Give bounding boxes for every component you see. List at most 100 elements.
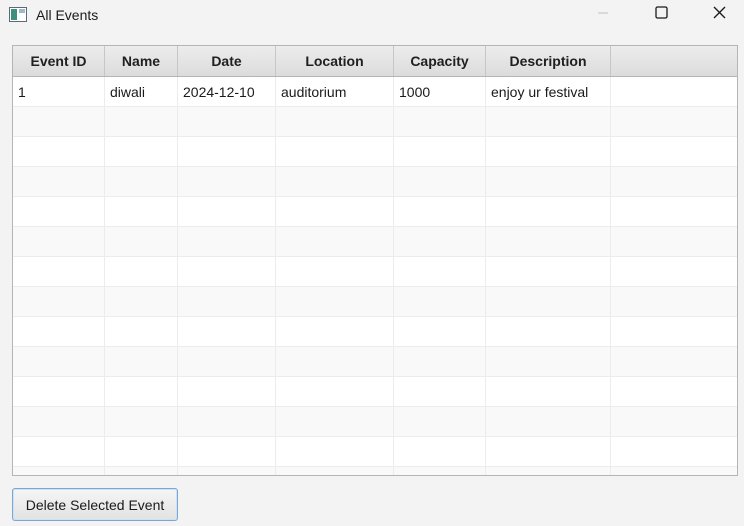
column-header-name[interactable]: Name — [105, 46, 178, 76]
table-cell — [13, 287, 105, 316]
table-cell — [276, 107, 394, 136]
table-cell — [178, 407, 276, 436]
minimize-button[interactable] — [580, 0, 626, 30]
table-row[interactable] — [13, 227, 737, 257]
table-cell — [105, 377, 178, 406]
table-cell — [611, 437, 737, 466]
table-cell — [486, 227, 611, 256]
table-cell — [611, 107, 737, 136]
table-cell: 2024-12-10 — [178, 77, 276, 106]
column-header-event-id[interactable]: Event ID — [13, 46, 105, 76]
table-cell — [611, 77, 737, 106]
table-cell — [105, 317, 178, 346]
table-cell — [13, 107, 105, 136]
table-cell — [13, 467, 105, 475]
table-cell — [276, 437, 394, 466]
table-row[interactable] — [13, 257, 737, 287]
table-row[interactable] — [13, 407, 737, 437]
table-cell — [611, 347, 737, 376]
table-cell — [13, 227, 105, 256]
table-row[interactable] — [13, 317, 737, 347]
column-header-capacity[interactable]: Capacity — [394, 46, 486, 76]
table-cell — [611, 317, 737, 346]
column-header-filler — [611, 46, 737, 76]
delete-selected-event-button[interactable]: Delete Selected Event — [12, 488, 178, 521]
table-cell — [276, 227, 394, 256]
table-cell: 1000 — [394, 77, 486, 106]
table-row[interactable] — [13, 287, 737, 317]
table-cell — [276, 467, 394, 475]
column-header-location[interactable]: Location — [276, 46, 394, 76]
table-row[interactable] — [13, 167, 737, 197]
table-cell — [178, 167, 276, 196]
maximize-button[interactable] — [638, 0, 684, 30]
table-cell — [486, 347, 611, 376]
table-cell — [276, 347, 394, 376]
table-cell — [178, 287, 276, 316]
table-cell — [13, 437, 105, 466]
close-button[interactable] — [696, 0, 742, 30]
table-cell — [178, 137, 276, 166]
table-cell — [13, 317, 105, 346]
table-body: 1 diwali 2024-12-10 auditorium 1000 enjoy ur … — [13, 77, 737, 475]
table-cell — [394, 167, 486, 196]
table-row[interactable] — [13, 197, 737, 227]
table-cell — [394, 317, 486, 346]
table-cell — [13, 167, 105, 196]
table-cell — [276, 167, 394, 196]
table-row[interactable] — [13, 437, 737, 467]
table-cell — [178, 197, 276, 226]
table-cell — [105, 467, 178, 475]
table-cell — [394, 257, 486, 286]
table-cell — [486, 317, 611, 346]
table-row[interactable] — [13, 107, 737, 137]
table-cell — [13, 257, 105, 286]
table-cell — [611, 287, 737, 316]
table-cell — [611, 227, 737, 256]
table-cell — [611, 137, 737, 166]
events-window: All Events Event ID Name Date Location C… — [0, 0, 744, 526]
table-cell — [276, 197, 394, 226]
table-cell — [486, 137, 611, 166]
events-table[interactable]: Event ID Name Date Location Capacity Des… — [12, 45, 738, 476]
table-cell — [394, 137, 486, 166]
table-cell — [13, 137, 105, 166]
table-cell — [276, 257, 394, 286]
table-cell — [13, 377, 105, 406]
table-cell — [105, 287, 178, 316]
column-header-date[interactable]: Date — [178, 46, 276, 76]
table-cell — [611, 377, 737, 406]
table-cell — [611, 197, 737, 226]
table-cell — [276, 137, 394, 166]
table-row[interactable] — [13, 377, 737, 407]
table-cell — [178, 377, 276, 406]
table-cell — [178, 317, 276, 346]
table-cell — [105, 137, 178, 166]
table-cell — [178, 107, 276, 136]
table-row[interactable] — [13, 137, 737, 167]
table-cell — [611, 257, 737, 286]
table-row[interactable] — [13, 467, 737, 475]
table-cell — [394, 287, 486, 316]
table-cell: 1 — [13, 77, 105, 106]
table-cell — [105, 257, 178, 286]
table-cell — [394, 467, 486, 475]
table-row[interactable] — [13, 347, 737, 377]
title-bar[interactable]: All Events — [0, 0, 744, 30]
table-cell — [276, 377, 394, 406]
table-cell — [486, 257, 611, 286]
table-cell — [105, 347, 178, 376]
table-row[interactable]: 1 diwali 2024-12-10 auditorium 1000 enjoy ur … — [13, 77, 737, 107]
table-cell — [486, 107, 611, 136]
minimize-icon — [597, 6, 609, 24]
maximize-icon — [654, 6, 668, 24]
table-cell — [394, 437, 486, 466]
table-cell — [486, 407, 611, 436]
table-cell — [611, 407, 737, 436]
table-cell — [178, 467, 276, 475]
table-cell — [105, 227, 178, 256]
column-header-description[interactable]: Description — [486, 46, 611, 76]
table-cell — [486, 167, 611, 196]
table-cell — [394, 377, 486, 406]
table-cell — [178, 347, 276, 376]
